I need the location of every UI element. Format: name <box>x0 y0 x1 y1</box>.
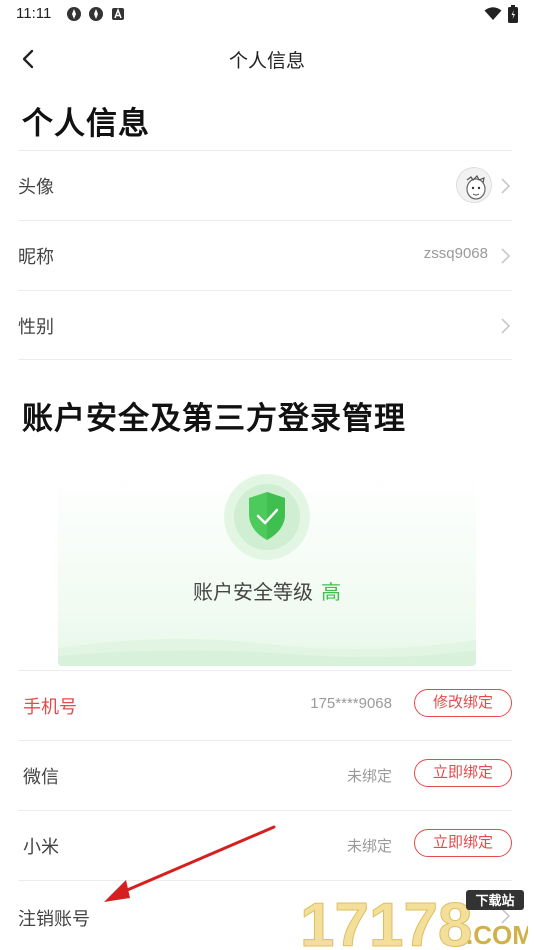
bind-wechat-button[interactable]: 立即绑定 <box>414 759 512 787</box>
watermark-badge: 下载站 <box>475 893 514 909</box>
bind-xiaomi-button[interactable]: 立即绑定 <box>414 829 512 857</box>
security-level-label: 账户安全等级 <box>193 582 313 604</box>
battery-icon <box>508 5 518 23</box>
avatar-label: 头像 <box>18 177 54 197</box>
security-level-value: 高 <box>321 582 341 604</box>
wechat-status: 未绑定 <box>346 768 392 785</box>
phone-binding-row: 手机号 175****9068 修改绑定 <box>18 670 512 740</box>
avatar <box>456 167 492 203</box>
cancel-account-label: 注销账号 <box>18 909 90 929</box>
xiaomi-status: 未绑定 <box>346 838 392 855</box>
notification-app-icon <box>89 7 103 21</box>
status-system-icons <box>484 5 518 23</box>
phone-label: 手机号 <box>23 697 77 717</box>
wechat-label: 微信 <box>23 767 59 787</box>
shield-badge <box>224 474 310 560</box>
watermark-number: 17178 <box>300 891 472 950</box>
xiaomi-label: 小米 <box>23 837 59 857</box>
avatar-row[interactable]: 头像 <box>18 150 512 220</box>
security-level-text: 账户安全等级高 <box>58 576 476 605</box>
navigation-bar: 个人信息 <box>0 38 534 78</box>
watermark-logo: 17178 下载站 .COM <box>300 890 534 950</box>
status-notification-icons <box>66 6 126 22</box>
nickname-row[interactable]: 昵称 zssq9068 <box>18 220 512 290</box>
wechat-binding-row: 微信 未绑定 立即绑定 <box>18 740 512 810</box>
xiaomi-binding-row: 小米 未绑定 立即绑定 <box>18 810 512 880</box>
nickname-label: 昵称 <box>18 247 54 267</box>
nickname-value: zssq9068 <box>423 245 488 262</box>
notification-a-icon <box>112 7 124 20</box>
change-phone-binding-button[interactable]: 修改绑定 <box>414 689 512 717</box>
security-level-card: 账户安全等级高 <box>58 470 476 666</box>
status-time: 11:11 <box>16 5 52 22</box>
watermark-domain: .COM <box>466 920 528 950</box>
decorative-wave <box>58 638 476 666</box>
chevron-right-icon <box>501 318 511 334</box>
gender-label: 性别 <box>18 317 54 337</box>
shield-check-icon <box>249 492 285 540</box>
notification-app-icon <box>67 7 81 21</box>
avatar-image <box>457 168 491 202</box>
status-bar: 11:11 <box>0 0 534 28</box>
gender-row[interactable]: 性别 <box>18 290 512 360</box>
watermark: 17178 下载站 .COM <box>298 888 534 950</box>
chevron-right-icon <box>501 178 511 194</box>
chevron-right-icon <box>501 248 511 264</box>
security-heading: 账户安全及第三方登录管理 <box>22 401 406 436</box>
page-title: 个人信息 <box>228 51 305 72</box>
wifi-icon <box>484 7 502 20</box>
phone-value: 175****9068 <box>310 695 392 712</box>
profile-heading: 个人信息 <box>22 106 150 141</box>
